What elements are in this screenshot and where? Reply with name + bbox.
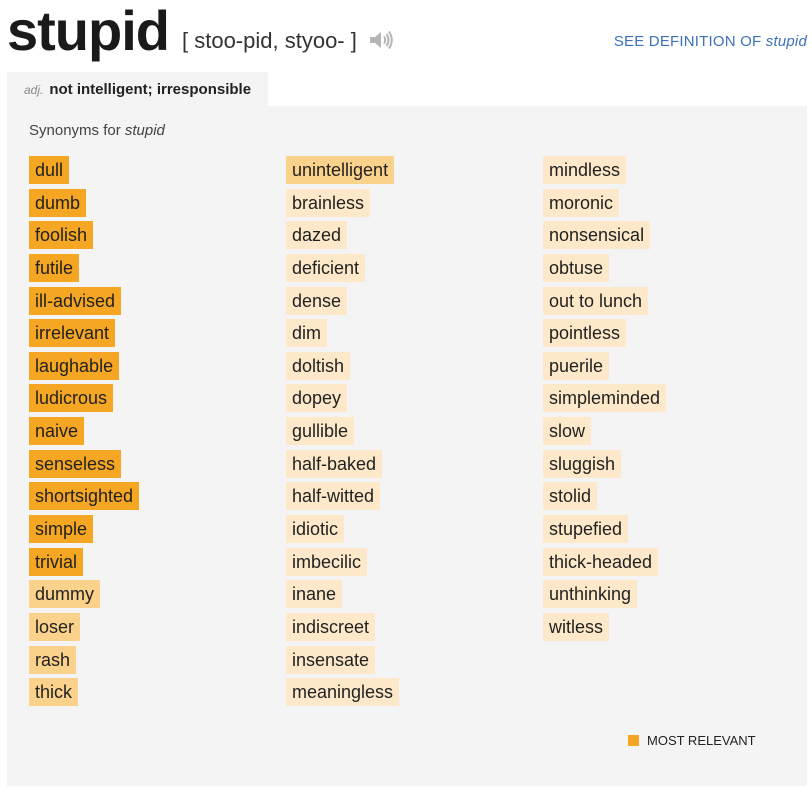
synonym-link[interactable]: futile [29, 253, 80, 282]
synonyms-heading-word: stupid [124, 122, 165, 139]
synonym-link[interactable]: insensate [286, 645, 376, 674]
synonym-link[interactable]: dopey [286, 384, 348, 413]
synonym-column-2: unintelligent brainless dazed deficient dens… [286, 156, 400, 711]
synonyms-panel: Synonyms for stupid dull dumb foolish futil… [7, 106, 807, 786]
pronunciation: [ stoo-pid, styoo- ] [182, 28, 357, 53]
synonym-link[interactable]: dense [286, 286, 348, 315]
see-definition-word: stupid [765, 33, 807, 50]
synonym-link[interactable]: simpleminded [543, 384, 667, 413]
synonyms-heading-prefix: Synonyms for [29, 122, 121, 139]
synonym-link[interactable]: unthinking [543, 580, 638, 609]
synonym-link[interactable]: dim [286, 319, 328, 348]
synonym-link[interactable]: loser [29, 612, 81, 641]
synonym-link[interactable]: moronic [543, 188, 620, 217]
synonym-link[interactable]: foolish [29, 221, 94, 250]
synonym-column-1: dull dumb foolish futile ill-advised irreleva… [29, 156, 140, 711]
relevance-legend: MOST RELEVANT [628, 733, 756, 748]
synonym-link[interactable]: out to lunch [543, 286, 649, 315]
legend-label: MOST RELEVANT [647, 733, 756, 748]
see-definition-label: SEE DEFINITION OF [613, 33, 762, 50]
tab-definition-1[interactable]: adj. not intelligent; irresponsible [7, 72, 268, 106]
synonym-link[interactable]: half-baked [286, 449, 383, 478]
synonym-link[interactable]: sluggish [543, 449, 622, 478]
synonym-link[interactable]: obtuse [543, 253, 610, 282]
synonym-link[interactable]: deficient [286, 253, 366, 282]
synonym-link[interactable]: irrelevant [29, 319, 116, 348]
synonym-link[interactable]: gullible [286, 417, 355, 446]
synonym-link[interactable]: trivial [29, 547, 84, 576]
part-of-speech: adj. [24, 83, 44, 97]
synonym-link[interactable]: ludicrous [29, 384, 114, 413]
synonym-link[interactable]: slow [543, 417, 592, 446]
synonym-link[interactable]: shortsighted [29, 482, 140, 511]
synonym-link[interactable]: doltish [286, 351, 351, 380]
synonym-link[interactable]: idiotic [286, 515, 345, 544]
synonym-link[interactable]: witless [543, 612, 610, 641]
synonym-column-3: mindless moronic nonsensical obtuse out to l… [543, 156, 667, 646]
synonym-link[interactable]: thick [29, 678, 79, 707]
synonym-link[interactable]: unintelligent [286, 156, 395, 184]
synonym-link[interactable]: mindless [543, 156, 627, 184]
synonym-link[interactable]: thick-headed [543, 547, 659, 576]
see-definition-link[interactable]: SEE DEFINITION OF stupid [614, 33, 807, 50]
synonym-link[interactable]: imbecilic [286, 547, 368, 576]
most-relevant-swatch [628, 735, 639, 746]
synonyms-heading: Synonyms for stupid [29, 122, 165, 139]
synonym-link[interactable]: laughable [29, 351, 120, 380]
synonym-link[interactable]: brainless [286, 188, 371, 217]
synonym-link[interactable]: stolid [543, 482, 598, 511]
synonym-link[interactable]: pointless [543, 319, 627, 348]
synonym-link[interactable]: dummy [29, 580, 101, 609]
synonym-link[interactable]: simple [29, 515, 94, 544]
headword: stupid [7, 0, 170, 62]
synonym-link[interactable]: nonsensical [543, 221, 651, 250]
synonym-link[interactable]: ill-advised [29, 286, 122, 315]
synonym-link[interactable]: dumb [29, 188, 87, 217]
synonym-link[interactable]: meaningless [286, 678, 400, 707]
synonym-link[interactable]: naive [29, 417, 85, 446]
tab-definition-text: not intelligent; irresponsible [49, 81, 252, 98]
synonym-link[interactable]: rash [29, 645, 77, 674]
synonym-link[interactable]: inane [286, 580, 343, 609]
synonym-link[interactable]: puerile [543, 351, 610, 380]
synonym-link[interactable]: dazed [286, 221, 348, 250]
synonym-link[interactable]: dull [29, 156, 70, 184]
synonym-link[interactable]: stupefied [543, 515, 629, 544]
synonym-link[interactable]: indiscreet [286, 612, 376, 641]
synonym-link[interactable]: senseless [29, 449, 122, 478]
synonym-link[interactable]: half-witted [286, 482, 381, 511]
speaker-icon[interactable] [368, 29, 394, 51]
word-header: stupid [ stoo-pid, styoo- ] SEE DEFINITI… [0, 0, 812, 72]
definition-tabs: adj. not intelligent; irresponsible [7, 72, 807, 106]
